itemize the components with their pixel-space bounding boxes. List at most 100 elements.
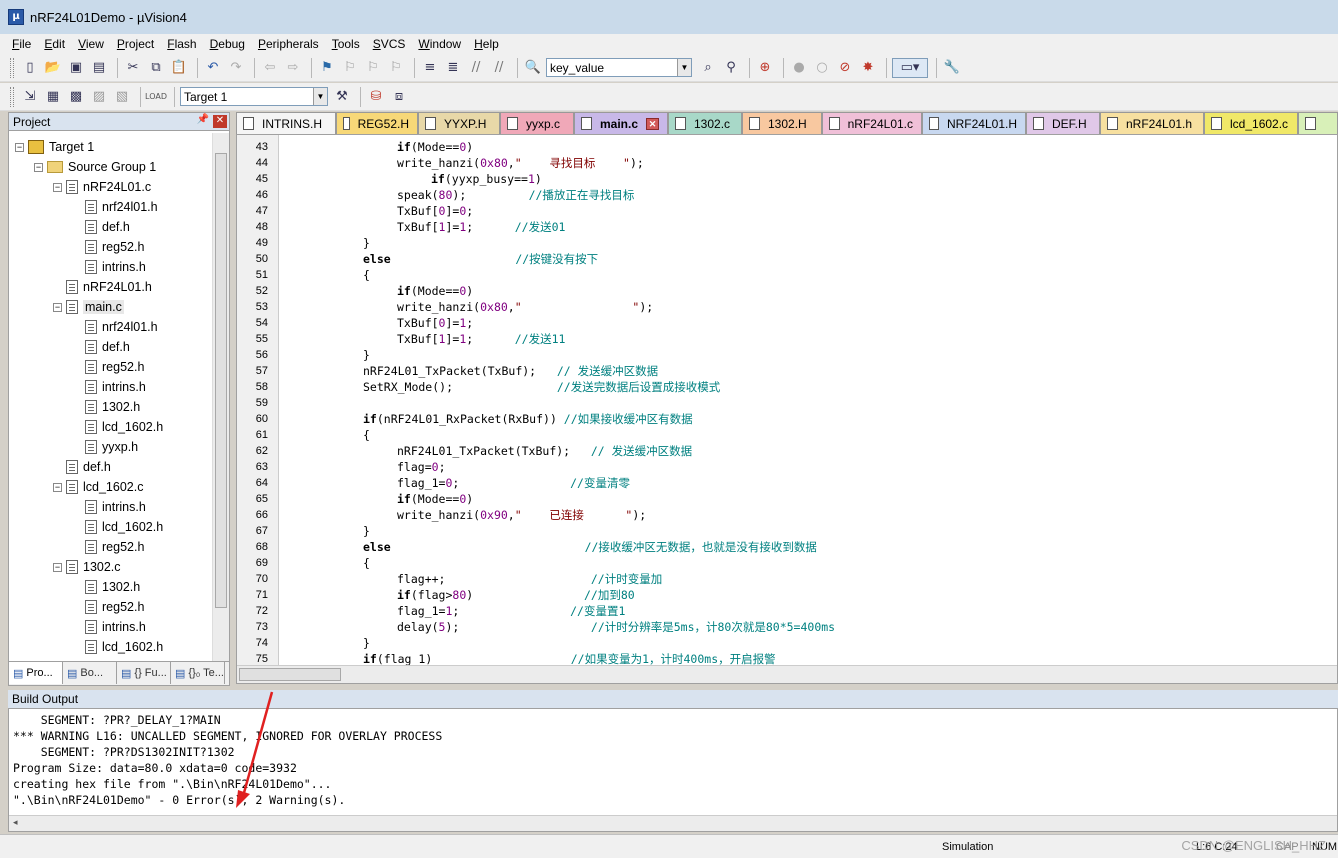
editor-tab[interactable]: 1302.H: [742, 112, 822, 134]
menu-item-file[interactable]: File: [12, 37, 31, 51]
build-output-hscrollbar[interactable]: ◂: [9, 815, 1337, 831]
breakpoint-kill-icon[interactable]: ✸: [858, 58, 878, 78]
open-folder-icon[interactable]: 📂: [43, 58, 63, 78]
tree-item[interactable]: reg52.h: [72, 537, 144, 557]
editor-tab[interactable]: nRF24L01.h: [1100, 112, 1204, 134]
panel-tab-0[interactable]: ▤ Pro...: [9, 662, 63, 684]
menu-item-tools[interactable]: Tools: [332, 37, 360, 51]
menu-item-svcs[interactable]: SVCS: [373, 37, 406, 51]
editor-tab[interactable]: NRF24L01.H: [922, 112, 1026, 134]
copy-icon[interactable]: ⧉: [146, 58, 166, 78]
tree-item[interactable]: nRF24L01.h: [53, 277, 152, 297]
save-icon[interactable]: ▣: [66, 58, 86, 78]
collapse-icon[interactable]: −: [15, 142, 24, 152]
editor-tab[interactable]: [1298, 112, 1338, 134]
undo-icon[interactable]: ↶: [203, 58, 223, 78]
target-options-icon[interactable]: ⚒: [332, 87, 352, 107]
code-line[interactable]: }: [363, 235, 370, 251]
target-combo[interactable]: Target 1 ▼: [180, 87, 328, 106]
code-line[interactable]: write_hanzi(0x90," 已连接 ");: [397, 507, 646, 523]
code-line[interactable]: SetRX_Mode(); //发送完数据后设置成接收模式: [363, 379, 720, 395]
menu-item-view[interactable]: View: [78, 37, 104, 51]
clear-bookmarks-icon[interactable]: ⚐: [386, 58, 406, 78]
code-line[interactable]: if(Mode==0): [397, 283, 473, 299]
code-line[interactable]: else //按键没有按下: [363, 251, 598, 267]
code-line[interactable]: }: [363, 523, 370, 539]
code-line[interactable]: nRF24L01_TxPacket(TxBuf); // 发送缓冲区数据: [363, 363, 658, 379]
next-bookmark-icon[interactable]: ⚐: [363, 58, 383, 78]
code-area[interactable]: if(Mode==0) write_hanzi(0x80," 寻找目标 "); if…: [279, 135, 1337, 665]
build-output-panel[interactable]: ◂ SEGMENT: ?PR?_DELAY_1?MAIN *** WARNING …: [8, 708, 1338, 832]
tree-item[interactable]: intrins.h: [72, 617, 146, 637]
configure-icon[interactable]: 🔧: [942, 58, 962, 78]
collapse-icon[interactable]: −: [53, 482, 62, 492]
tree-item[interactable]: intrins.h: [72, 497, 146, 517]
code-line[interactable]: delay(5); //计时分辨率是5ms，计80次就是80*5=400ms: [397, 619, 835, 635]
tree-item[interactable]: def.h: [72, 337, 130, 357]
code-line[interactable]: nRF24L01_TxPacket(TxBuf); // 发送缓冲区数据: [397, 443, 692, 459]
tree-item[interactable]: def.h: [53, 457, 111, 477]
build-icon[interactable]: ▦: [43, 87, 63, 107]
rebuild-icon[interactable]: ▩: [66, 87, 86, 107]
tree-item[interactable]: reg52.h: [72, 597, 144, 617]
batch-build-icon[interactable]: ▨: [89, 87, 109, 107]
tree-scrollbar-thumb[interactable]: [215, 153, 227, 608]
code-line[interactable]: }: [363, 347, 370, 363]
code-line[interactable]: TxBuf[1]=1; //发送11: [397, 331, 565, 347]
cut-icon[interactable]: ✂: [123, 58, 143, 78]
code-line[interactable]: }: [363, 635, 370, 651]
editor-tab[interactable]: REG52.H: [336, 112, 418, 134]
tree-item[interactable]: − lcd_1602.c: [53, 477, 143, 497]
tree-item[interactable]: nrf24l01.h: [72, 197, 158, 217]
collapse-icon[interactable]: −: [53, 182, 62, 192]
code-editor[interactable]: 43 44 45 46 47 48 49 50 51 52 53 54 55 56 57 58 59 60 61 62…: [236, 134, 1338, 684]
tree-item[interactable]: intrins.h: [72, 377, 146, 397]
code-line[interactable]: write_hanzi(0x80," ");: [397, 299, 653, 315]
find-in-files-icon[interactable]: 🔍: [523, 58, 543, 78]
incremental-find-icon[interactable]: ⚲: [721, 58, 741, 78]
collapse-icon[interactable]: −: [34, 162, 43, 172]
indent-icon[interactable]: ≡: [420, 58, 440, 78]
tree-scrollbar[interactable]: [212, 133, 229, 661]
tree-item[interactable]: lcd_1602.h: [72, 517, 163, 537]
breakpoint-icon[interactable]: ●: [789, 58, 809, 78]
code-line[interactable]: TxBuf[0]=1;: [397, 315, 473, 331]
chevron-down-icon[interactable]: ▼: [313, 88, 327, 105]
close-icon[interactable]: ✕: [213, 115, 227, 128]
tree-item[interactable]: nrf24l01.h: [72, 317, 158, 337]
comment-icon[interactable]: //: [466, 58, 486, 78]
menu-item-peripherals[interactable]: Peripherals: [258, 37, 319, 51]
bookmark-icon[interactable]: ⚑: [317, 58, 337, 78]
stop-build-icon[interactable]: ▧: [112, 87, 132, 107]
code-line[interactable]: else //接收缓冲区无数据，也就是没有接收到数据: [363, 539, 817, 555]
menu-item-debug[interactable]: Debug: [210, 37, 245, 51]
code-line[interactable]: {: [363, 267, 370, 283]
code-line[interactable]: {: [363, 427, 370, 443]
code-line[interactable]: if(Mode==0): [397, 139, 473, 155]
manage-components-icon[interactable]: ⛁: [366, 87, 386, 107]
prev-bookmark-icon[interactable]: ⚐: [340, 58, 360, 78]
code-line[interactable]: TxBuf[0]=0;: [397, 203, 473, 219]
menu-item-flash[interactable]: Flash: [167, 37, 196, 51]
find-combo[interactable]: key_value ▼: [546, 58, 692, 77]
tree-item[interactable]: yyxp.h: [72, 437, 138, 457]
collapse-icon[interactable]: −: [53, 562, 62, 572]
menu-item-window[interactable]: Window: [418, 37, 461, 51]
menu-item-edit[interactable]: Edit: [44, 37, 65, 51]
unindent-icon[interactable]: ≣: [443, 58, 463, 78]
toolbar-grip[interactable]: [10, 57, 14, 78]
panel-tab-3[interactable]: ▤ {}₀ Te...: [171, 662, 225, 684]
editor-tab[interactable]: DEF.H: [1026, 112, 1100, 134]
editor-tab[interactable]: INTRINS.H: [236, 112, 336, 134]
toolbar-grip[interactable]: [10, 86, 14, 107]
tree-item[interactable]: reg52.h: [72, 357, 144, 377]
tree-item[interactable]: reg52.h: [72, 237, 144, 257]
code-line[interactable]: flag++; //计时变量加: [397, 571, 662, 587]
code-line[interactable]: if(flag_1) //如果变量为1，计时400ms，开启报警: [363, 651, 776, 665]
editor-tab[interactable]: lcd_1602.c: [1204, 112, 1298, 134]
tree-item[interactable]: − Source Group 1: [34, 157, 156, 177]
tree-item[interactable]: − Target 1: [15, 137, 94, 157]
tree-item[interactable]: lcd_1602.h: [72, 637, 163, 657]
code-line[interactable]: if(flag>80) //加到80: [397, 587, 635, 603]
code-line[interactable]: flag=0;: [397, 459, 446, 475]
